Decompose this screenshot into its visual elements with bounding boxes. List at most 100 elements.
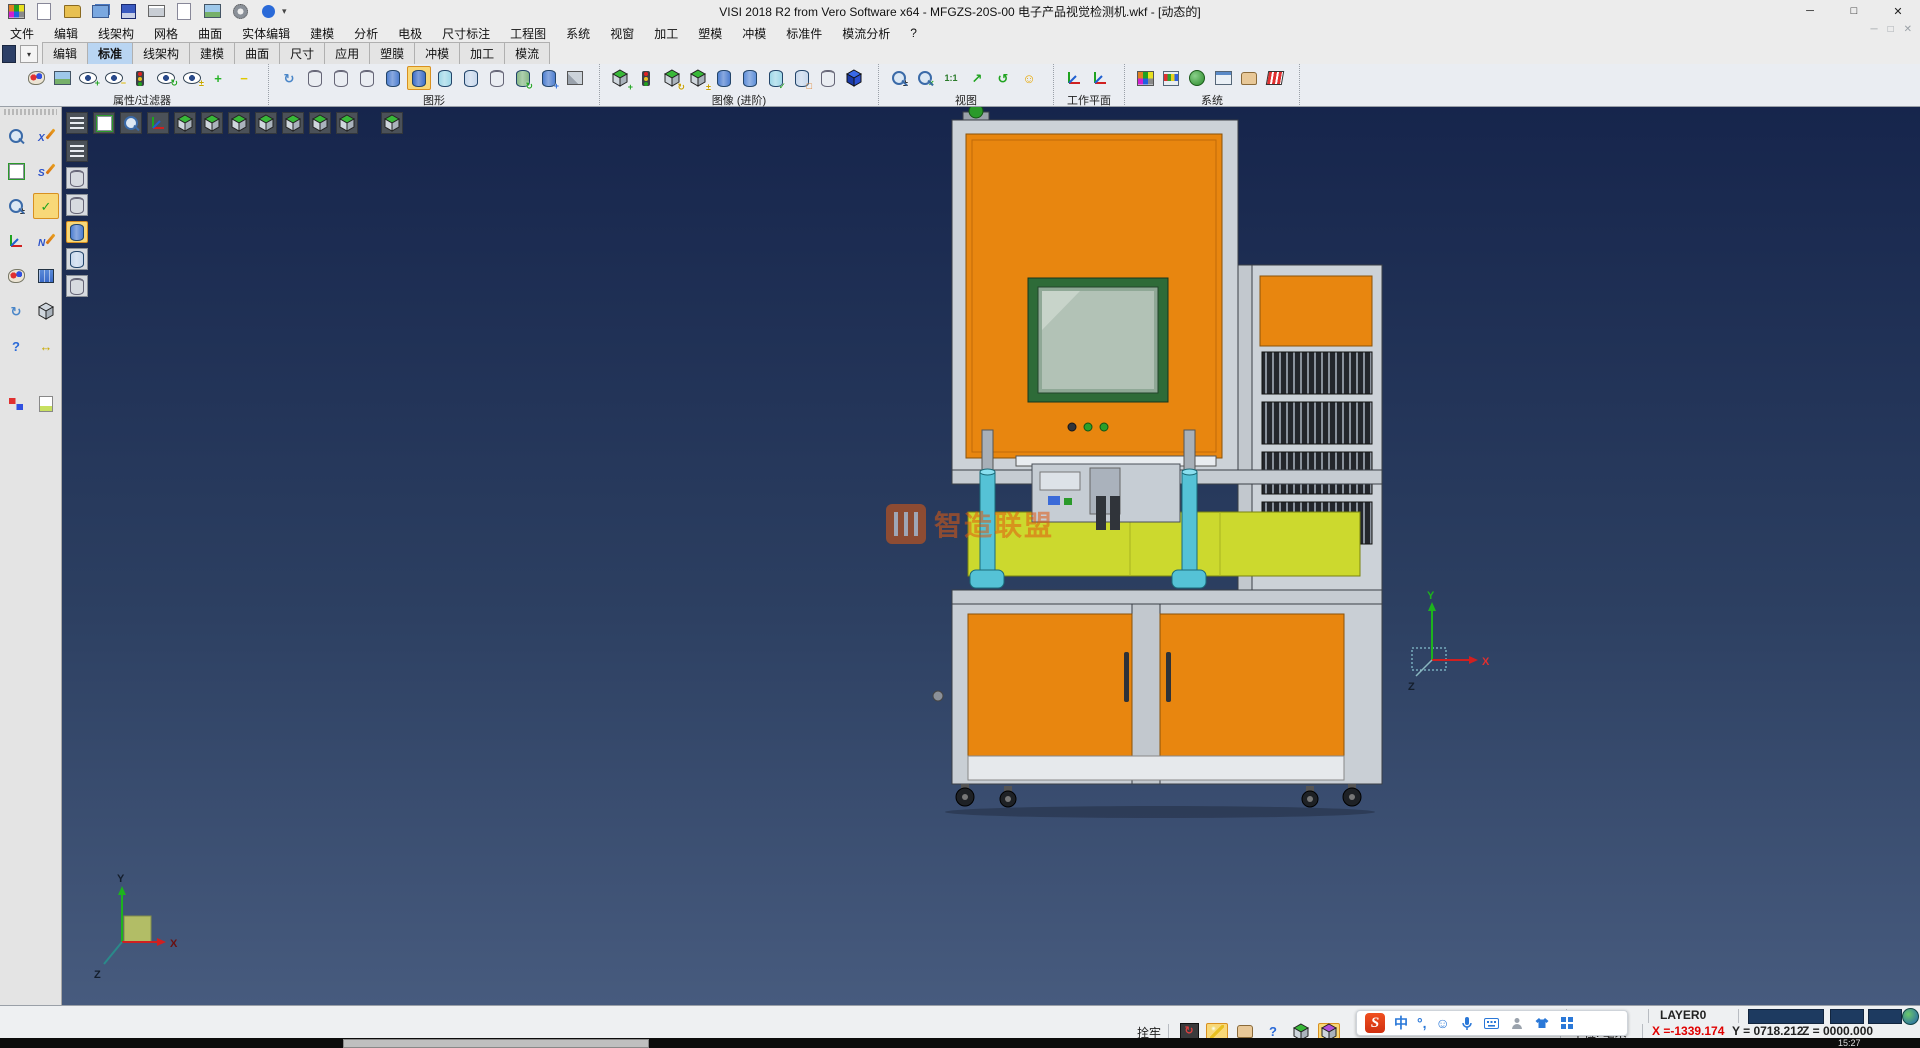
close-button[interactable]: ✕: [1876, 0, 1920, 22]
globe-icon[interactable]: [1902, 1008, 1919, 1025]
layer-indicator[interactable]: LAYER0: [1660, 1008, 1706, 1022]
ime-language-toggle[interactable]: 中: [1394, 1013, 1408, 1033]
striped-cylinder-icon[interactable]: [712, 66, 736, 90]
render-palette-icon[interactable]: [3, 263, 29, 289]
menu-item-加工[interactable]: 加工: [644, 25, 688, 42]
sidebar-gripper[interactable]: [4, 109, 57, 115]
regen-refresh-icon[interactable]: ↻: [3, 298, 29, 324]
shaded-edges-cylinder-icon[interactable]: [407, 66, 431, 90]
tab-曲面[interactable]: 曲面: [234, 42, 280, 64]
skin-wardrobe-icon[interactable]: [1534, 1015, 1550, 1031]
toolbox-grid-icon[interactable]: [1559, 1015, 1575, 1031]
menu-item-工程图[interactable]: 工程图: [500, 25, 556, 42]
toggle-visibility-icon[interactable]: ±: [180, 66, 204, 90]
tab-尺寸[interactable]: 尺寸: [279, 42, 325, 64]
view-iso-icon[interactable]: [336, 112, 358, 134]
menu-item-实体编辑[interactable]: 实体编辑: [232, 25, 300, 42]
tab-标准[interactable]: 标准: [87, 42, 133, 64]
table-settings-icon[interactable]: [1211, 66, 1235, 90]
selection-hand-icon[interactable]: [1237, 66, 1261, 90]
red-grid-icon[interactable]: [1263, 66, 1287, 90]
display-wireframe-icon[interactable]: [66, 167, 88, 189]
zoom-window-icon[interactable]: ±: [887, 66, 911, 90]
sheet-paint-icon[interactable]: [33, 391, 59, 417]
view-menu-icon[interactable]: [66, 112, 88, 134]
axes-view-icon[interactable]: [147, 112, 169, 134]
ucs-axis-icon[interactable]: [3, 228, 29, 254]
show-entities-icon[interactable]: +: [76, 66, 100, 90]
wireframe-cylinder-icon[interactable]: [303, 66, 327, 90]
settings-icon[interactable]: [230, 3, 250, 19]
tab-线架构[interactable]: 线架构: [132, 42, 190, 64]
redraw-icon[interactable]: ↻: [277, 66, 301, 90]
keyboard-icon[interactable]: [1484, 1015, 1500, 1031]
dashed-cylinder-icon[interactable]: [355, 66, 379, 90]
menu-item-线架构[interactable]: 线架构: [88, 25, 144, 42]
curve-pencil-icon[interactable]: [33, 228, 59, 254]
zoom-solid-icon[interactable]: ±: [3, 193, 29, 219]
save-icon[interactable]: [118, 3, 138, 19]
display-hidden-icon[interactable]: [66, 194, 88, 216]
color-table-icon[interactable]: [1133, 66, 1157, 90]
zoom-1to1-icon[interactable]: 1:1: [939, 66, 963, 90]
window-grid-icon[interactable]: [33, 263, 59, 289]
workplane-align-icon[interactable]: [1088, 66, 1112, 90]
menu-item-冲模[interactable]: 冲模: [732, 25, 776, 42]
menu-item-分析[interactable]: 分析: [344, 25, 388, 42]
about-icon[interactable]: [258, 3, 278, 19]
tab-编辑[interactable]: 编辑: [42, 42, 88, 64]
tab-建模[interactable]: 建模: [189, 42, 235, 64]
erase-pencil-icon[interactable]: [33, 123, 59, 149]
transparent-cylinder-icon[interactable]: [433, 66, 457, 90]
image-edit-icon[interactable]: [50, 66, 74, 90]
filter-traffic-icon[interactable]: [128, 66, 152, 90]
hidden-line-cylinder-icon[interactable]: [329, 66, 353, 90]
hide-entities-icon[interactable]: −: [102, 66, 126, 90]
mesh-cylinder-icon[interactable]: [485, 66, 509, 90]
flags-icon[interactable]: [3, 391, 29, 417]
microphone-icon[interactable]: [1459, 1015, 1475, 1031]
spline-pencil-icon[interactable]: [33, 158, 59, 184]
menu-item-曲面[interactable]: 曲面: [188, 25, 232, 42]
tab-冲模[interactable]: 冲模: [414, 42, 460, 64]
view-bottom-icon[interactable]: [201, 112, 223, 134]
model-viewport[interactable]: 智造联盟 Y X Z Y X Z: [62, 107, 1920, 1005]
menu-item-网格[interactable]: 网格: [144, 25, 188, 42]
tab-塑膜[interactable]: 塑膜: [369, 42, 415, 64]
show-all-icon[interactable]: +: [206, 66, 230, 90]
import-icon[interactable]: [174, 3, 194, 19]
refresh-visibility-icon[interactable]: ↻: [154, 66, 178, 90]
emoji-icon[interactable]: ☺: [1436, 1015, 1450, 1031]
print-icon[interactable]: [146, 3, 166, 19]
menu-item-系统[interactable]: 系统: [556, 25, 600, 42]
update-shading-icon[interactable]: ↻: [511, 66, 535, 90]
view-top-icon[interactable]: [174, 112, 196, 134]
status-field[interactable]: [1830, 1009, 1864, 1024]
mdi-minimize-button[interactable]: ─: [1870, 24, 1877, 35]
confirm-check-icon[interactable]: ✓: [33, 193, 59, 219]
display-menu-icon[interactable]: [66, 140, 88, 162]
menu-item-?[interactable]: ?: [900, 26, 927, 40]
open-file-icon[interactable]: [62, 3, 82, 19]
copy-shading-icon[interactable]: +: [537, 66, 561, 90]
export-image-icon[interactable]: [202, 3, 222, 19]
zoom-view-icon[interactable]: [120, 112, 142, 134]
fit-window-icon[interactable]: [3, 158, 29, 184]
ime-punctuation-toggle[interactable]: °,: [1417, 1015, 1427, 1031]
menu-item-塑模[interactable]: 塑模: [688, 25, 732, 42]
pan-view-icon[interactable]: ↗: [965, 66, 989, 90]
menu-item-电极[interactable]: 电极: [388, 25, 432, 42]
palette-card-icon[interactable]: [1159, 66, 1183, 90]
banded-cylinder-icon[interactable]: [738, 66, 762, 90]
measure-dimension-icon[interactable]: ↔: [33, 333, 59, 359]
view-front-icon[interactable]: [228, 112, 250, 134]
shaded-cylinder-icon[interactable]: [381, 66, 405, 90]
open-recent-icon[interactable]: [90, 3, 110, 19]
mdi-close-button[interactable]: ✕: [1904, 24, 1912, 35]
view-right-icon[interactable]: [309, 112, 331, 134]
menu-item-视窗[interactable]: 视窗: [600, 25, 644, 42]
verify-cylinder-icon[interactable]: ✓: [764, 66, 788, 90]
tab-dropdown-button[interactable]: ▾: [20, 45, 38, 63]
tab-应用[interactable]: 应用: [324, 42, 370, 64]
flat-cylinder-icon[interactable]: [459, 66, 483, 90]
